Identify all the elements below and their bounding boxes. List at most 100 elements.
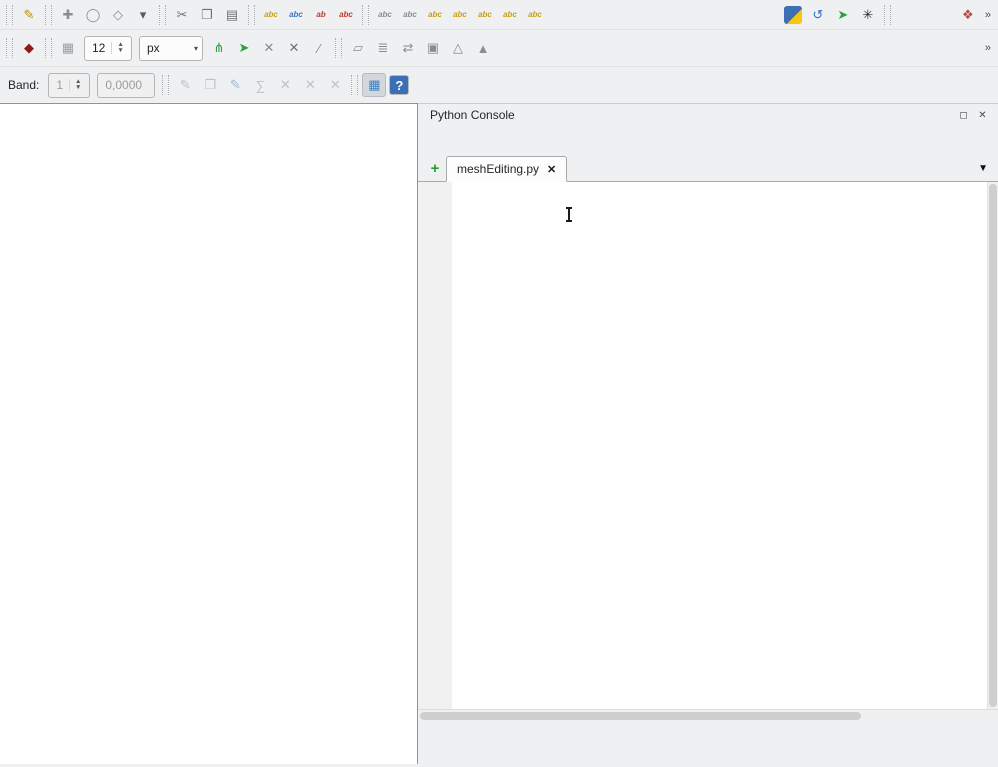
move-label-icon[interactable]: abc <box>373 3 397 27</box>
label-menu-text: abc <box>528 10 542 19</box>
radius-units-combo-value: px <box>147 41 186 55</box>
mesh-layer-render <box>0 104 417 764</box>
vertical-scrollbar[interactable] <box>987 182 998 709</box>
layer-labeling-icon[interactable]: abc <box>259 3 283 27</box>
layer-diagram-icon[interactable]: abc <box>284 3 308 27</box>
band-spin[interactable]: 1▲▼ <box>48 73 90 98</box>
vertical-scrollbar-thumb[interactable] <box>989 184 997 707</box>
code-area[interactable] <box>452 182 987 709</box>
horizontal-scrollbar-thumb[interactable] <box>420 712 861 720</box>
vertex-tool-icon[interactable]: ◇ <box>106 3 130 27</box>
change-label-properties-text: abc <box>428 10 442 19</box>
qgis-window: ✎✚◯◇▾✂❐▤abcabcababcabcabcabcabcabcabcabc… <box>0 0 998 764</box>
clear-value-1-icon[interactable]: ✕ <box>273 73 297 97</box>
float-panel-icon[interactable]: ◻ <box>956 108 971 123</box>
move-diagram-icon[interactable]: abc <box>448 3 472 27</box>
toolbar-handle[interactable] <box>159 5 166 25</box>
pin-unpin-labels-icon[interactable]: ab <box>309 3 333 27</box>
move-label-text: abc <box>378 10 392 19</box>
layer-diagram-text: abc <box>289 10 303 19</box>
new-editor-button[interactable]: + <box>424 157 446 179</box>
highlight-pinned-labels-icon[interactable]: abc <box>334 3 358 27</box>
copy-values-disabled-icon[interactable]: ❐ <box>198 73 222 97</box>
close-panel-icon[interactable]: ✕ <box>975 108 990 123</box>
add-circular-string-icon[interactable]: ◯ <box>81 3 105 27</box>
toolbar-handle[interactable] <box>248 5 255 25</box>
select-mesh-by-polygon-icon[interactable]: ➤ <box>232 36 256 60</box>
band-value-field[interactable]: 0,0000 <box>97 73 155 98</box>
move-diagram-text: abc <box>453 10 467 19</box>
merge-faces-icon[interactable]: ▣ <box>421 36 445 60</box>
tab-close-icon[interactable]: ✕ <box>547 163 556 176</box>
add-feature-icon[interactable]: ✚ <box>56 3 80 27</box>
edit-value-blue-icon[interactable]: ✎ <box>223 73 247 97</box>
editor-tabbar: + meshEditing.py ✕ ▼ <box>418 154 998 182</box>
horizontal-scrollbar[interactable] <box>418 709 998 722</box>
toolbar-handle[interactable] <box>45 38 52 58</box>
paste-features-icon[interactable]: ▤ <box>220 3 244 27</box>
help-icon[interactable]: ? <box>389 75 409 95</box>
panel-gap <box>418 722 998 734</box>
refine-faces-icon[interactable]: △ <box>446 36 470 60</box>
split-selected-faces-icon[interactable]: ∕ <box>307 36 331 60</box>
code-editor[interactable] <box>418 182 998 709</box>
curved-labels-icon[interactable]: abc <box>498 3 522 27</box>
python-console-panel: Python Console ◻ ✕ + meshEditing.py ✕ ▼ <box>418 103 998 764</box>
label-menu-icon[interactable]: abc <box>523 3 547 27</box>
toolbar1-overflow-icon[interactable]: » <box>985 9 991 21</box>
toolbar-handle[interactable] <box>362 5 369 25</box>
console-toolbar <box>418 126 998 154</box>
toolbar-handle[interactable] <box>6 38 13 58</box>
editor-tab[interactable]: meshEditing.py ✕ <box>446 156 567 182</box>
map-canvas[interactable] <box>0 103 418 764</box>
main-area: Python Console ◻ ✕ + meshEditing.py ✕ ▼ <box>0 103 998 764</box>
mesh-band-toolbar: Band:1▲▼0,0000✎❐✎∑✕✕✕▦? <box>0 67 998 103</box>
toggle-mesh-view-icon[interactable]: ▦ <box>362 73 386 97</box>
rotate-label-icon[interactable]: abc <box>398 3 422 27</box>
toolbar-handle[interactable] <box>162 75 169 95</box>
undo-redo-menu-icon[interactable]: ↺ <box>806 3 830 27</box>
transform-vertices-icon[interactable]: ▱ <box>346 36 370 60</box>
python-console-toolbar-icon[interactable] <box>781 3 805 27</box>
toolbar-handle[interactable] <box>884 5 891 25</box>
toolbar2-overflow-icon[interactable]: » <box>985 42 991 54</box>
highlight-pinned-labels-text: abc <box>339 10 353 19</box>
toolbar-handle[interactable] <box>45 5 52 25</box>
processing-run-icon[interactable]: ➤ <box>831 3 855 27</box>
force-by-lines-icon[interactable]: ▦ <box>56 36 80 60</box>
clear-value-3-icon[interactable]: ✕ <box>323 73 347 97</box>
statistics-disabled-icon[interactable]: ∑ <box>248 73 272 97</box>
search-radius-spin-steppers[interactable]: ▲▼ <box>111 42 123 54</box>
radius-units-combo-arrow-icon: ▾ <box>194 44 198 53</box>
plugin-manager-icon[interactable]: ✳ <box>856 3 880 27</box>
cut-features-icon[interactable]: ✂ <box>170 3 194 27</box>
python-console-toolbar-glyph <box>784 6 802 24</box>
toggle-editing-icon[interactable]: ✎ <box>17 3 41 27</box>
delaunay-refinement-icon[interactable]: ▲ <box>471 36 495 60</box>
edit-vertex-disabled-icon[interactable]: ✎ <box>173 73 197 97</box>
radius-units-combo[interactable]: px ▾ <box>139 36 203 61</box>
curved-labels-text: abc <box>503 10 517 19</box>
flip-edges-icon[interactable]: ⇄ <box>396 36 420 60</box>
label-toolbar: ✎✚◯◇▾✂❐▤abcabcababcabcabcabcabcabcabcabc… <box>0 0 998 30</box>
topology-nodes-icon[interactable]: ❖ <box>956 3 980 27</box>
editor-options-icon[interactable]: ▼ <box>978 163 988 174</box>
pin-unpin-labels-text: ab <box>316 10 325 19</box>
bottom-dock-tabs <box>418 734 998 760</box>
line-number-gutter <box>418 182 452 709</box>
toolbar-handle[interactable] <box>335 38 342 58</box>
toolbar-handle[interactable] <box>351 75 358 95</box>
clear-value-2-icon[interactable]: ✕ <box>298 73 322 97</box>
change-label-properties-icon[interactable]: abc <box>423 3 447 27</box>
digitize-mesh-elements-icon[interactable]: ⋔ <box>207 36 231 60</box>
show-hide-labels-icon[interactable]: abc <box>473 3 497 27</box>
remove-selected-vertices-icon[interactable]: ✕ <box>257 36 281 60</box>
copy-features-icon[interactable]: ❐ <box>195 3 219 27</box>
mesh-digitizing-current-icon[interactable]: ◆ <box>17 36 41 60</box>
reindex-faces-icon[interactable]: ≣ <box>371 36 395 60</box>
band-spin-steppers[interactable]: ▲▼ <box>69 79 81 91</box>
search-radius-spin[interactable]: 12▲▼ <box>84 36 132 61</box>
digitize-menu-icon[interactable]: ▾ <box>131 3 155 27</box>
toolbar-handle[interactable] <box>6 5 13 25</box>
remove-selected-faces-icon[interactable]: ✕ <box>282 36 306 60</box>
